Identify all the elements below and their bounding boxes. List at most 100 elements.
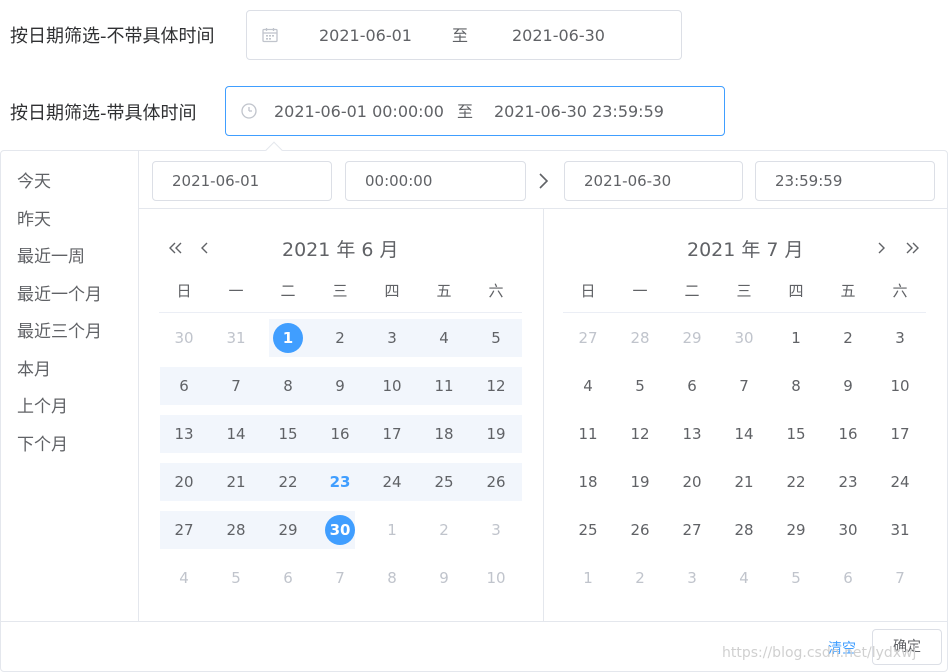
calendar-day[interactable]: 16 (828, 419, 868, 449)
range-end-value[interactable]: 2021-06-30 23:59:59 (494, 101, 664, 123)
chevron-right-icon[interactable] (872, 238, 892, 258)
calendar-day[interactable]: 11 (424, 371, 464, 401)
calendar-day[interactable]: 5 (776, 563, 816, 593)
calendar-day[interactable]: 1 (268, 323, 308, 353)
calendar-day[interactable]: 7 (216, 371, 256, 401)
calendar-day[interactable]: 2 (320, 323, 360, 353)
calendar-day[interactable]: 17 (880, 419, 920, 449)
calendar-day[interactable]: 6 (672, 371, 712, 401)
calendar-day[interactable]: 1 (372, 515, 412, 545)
calendar-day[interactable]: 8 (372, 563, 412, 593)
calendar-day[interactable]: 23 (320, 467, 360, 497)
shortcut-previous-month[interactable]: 上个月 (17, 392, 68, 417)
calendar-day[interactable]: 13 (672, 419, 712, 449)
calendar-day[interactable]: 29 (268, 515, 308, 545)
calendar-day[interactable]: 19 (476, 419, 516, 449)
calendar-day[interactable]: 16 (320, 419, 360, 449)
calendar-day[interactable]: 18 (424, 419, 464, 449)
shortcut-last-three-months[interactable]: 最近三个月 (17, 317, 102, 342)
calendar-day[interactable]: 4 (424, 323, 464, 353)
end-date-input[interactable]: 2021-06-30 (564, 161, 743, 201)
calendar-day[interactable]: 5 (476, 323, 516, 353)
calendar-day[interactable]: 1 (776, 323, 816, 353)
calendar-day[interactable]: 4 (568, 371, 608, 401)
calendar-day[interactable]: 21 (724, 467, 764, 497)
calendar-day[interactable]: 2 (424, 515, 464, 545)
shortcut-yesterday[interactable]: 昨天 (17, 205, 51, 230)
datetime-range-input[interactable]: 2021-06-01 00:00:00 至 2021-06-30 23:59:5… (225, 86, 725, 136)
range-start-value[interactable]: 2021-06-01 (319, 25, 412, 47)
calendar-day[interactable]: 30 (164, 323, 204, 353)
chevron-left-icon[interactable] (194, 238, 214, 258)
calendar-day[interactable]: 28 (724, 515, 764, 545)
calendar-day[interactable]: 7 (724, 371, 764, 401)
calendar-day[interactable]: 30 (320, 515, 360, 545)
calendar-day[interactable]: 7 (880, 563, 920, 593)
calendar-day[interactable]: 12 (620, 419, 660, 449)
calendar-day[interactable]: 3 (672, 563, 712, 593)
calendar-day[interactable]: 19 (620, 467, 660, 497)
calendar-day[interactable]: 24 (372, 467, 412, 497)
calendar-day[interactable]: 27 (164, 515, 204, 545)
calendar-day[interactable]: 30 (828, 515, 868, 545)
calendar-day[interactable]: 10 (476, 563, 516, 593)
calendar-day[interactable]: 31 (216, 323, 256, 353)
calendar-day[interactable]: 6 (164, 371, 204, 401)
calendar-day[interactable]: 4 (164, 563, 204, 593)
calendar-day[interactable]: 20 (164, 467, 204, 497)
calendar-day[interactable]: 27 (672, 515, 712, 545)
calendar-day[interactable]: 13 (164, 419, 204, 449)
calendar-day[interactable]: 21 (216, 467, 256, 497)
calendar-day[interactable]: 24 (880, 467, 920, 497)
calendar-day[interactable]: 26 (476, 467, 516, 497)
calendar-day[interactable]: 11 (568, 419, 608, 449)
calendar-day[interactable]: 6 (268, 563, 308, 593)
calendar-day[interactable]: 17 (372, 419, 412, 449)
calendar-day[interactable]: 3 (880, 323, 920, 353)
double-chevron-left-icon[interactable] (166, 238, 186, 258)
calendar-day[interactable]: 10 (372, 371, 412, 401)
calendar-day[interactable]: 9 (320, 371, 360, 401)
calendar-day[interactable]: 15 (268, 419, 308, 449)
end-time-input[interactable]: 23:59:59 (755, 161, 935, 201)
shortcut-next-month[interactable]: 下个月 (17, 430, 68, 455)
calendar-day[interactable]: 12 (476, 371, 516, 401)
calendar-day[interactable]: 4 (724, 563, 764, 593)
calendar-day[interactable]: 14 (724, 419, 764, 449)
calendar-day[interactable]: 28 (620, 323, 660, 353)
calendar-day[interactable]: 22 (776, 467, 816, 497)
calendar-day[interactable]: 26 (620, 515, 660, 545)
calendar-day[interactable]: 29 (672, 323, 712, 353)
calendar-day[interactable]: 22 (268, 467, 308, 497)
calendar-day[interactable]: 1 (568, 563, 608, 593)
shortcut-this-month[interactable]: 本月 (17, 355, 51, 380)
start-date-input[interactable]: 2021-06-01 (152, 161, 332, 201)
calendar-day[interactable]: 3 (372, 323, 412, 353)
calendar-day[interactable]: 3 (476, 515, 516, 545)
calendar-day[interactable]: 8 (268, 371, 308, 401)
calendar-day[interactable]: 2 (828, 323, 868, 353)
calendar-day[interactable]: 18 (568, 467, 608, 497)
calendar-day[interactable]: 8 (776, 371, 816, 401)
calendar-day[interactable]: 5 (216, 563, 256, 593)
calendar-day[interactable]: 15 (776, 419, 816, 449)
calendar-day[interactable]: 23 (828, 467, 868, 497)
calendar-day[interactable]: 9 (828, 371, 868, 401)
calendar-day[interactable]: 29 (776, 515, 816, 545)
shortcut-last-month[interactable]: 最近一个月 (17, 280, 102, 305)
calendar-day[interactable]: 31 (880, 515, 920, 545)
calendar-day[interactable]: 10 (880, 371, 920, 401)
double-chevron-right-icon[interactable] (902, 238, 922, 258)
calendar-day[interactable]: 7 (320, 563, 360, 593)
calendar-day[interactable]: 25 (568, 515, 608, 545)
shortcut-today[interactable]: 今天 (17, 167, 51, 192)
calendar-day[interactable]: 25 (424, 467, 464, 497)
calendar-day[interactable]: 28 (216, 515, 256, 545)
calendar-day[interactable]: 9 (424, 563, 464, 593)
calendar-day[interactable]: 20 (672, 467, 712, 497)
start-time-input[interactable]: 00:00:00 (345, 161, 526, 201)
calendar-day[interactable]: 14 (216, 419, 256, 449)
range-end-value[interactable]: 2021-06-30 (512, 25, 605, 47)
calendar-day[interactable]: 27 (568, 323, 608, 353)
calendar-day[interactable]: 5 (620, 371, 660, 401)
